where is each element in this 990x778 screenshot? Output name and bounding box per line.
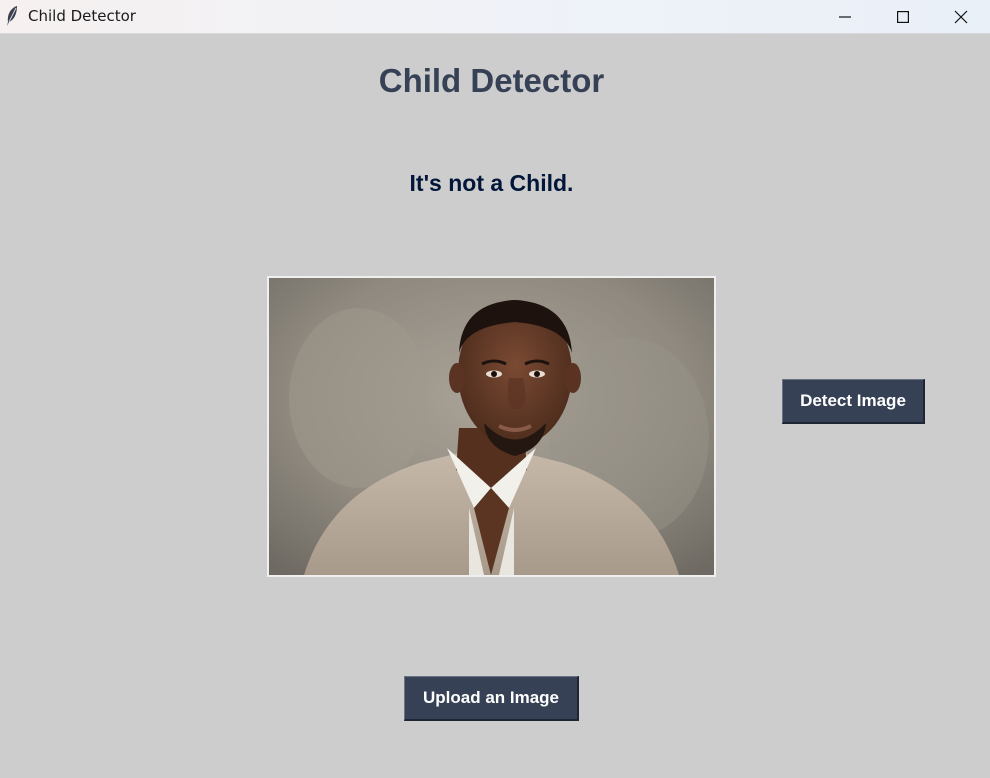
- detection-result-label: It's not a Child.: [409, 170, 574, 196]
- detect-image-button[interactable]: Detect Image: [782, 379, 925, 424]
- minimize-button[interactable]: [816, 0, 874, 33]
- uploaded-image: [267, 276, 716, 577]
- maximize-button[interactable]: [874, 0, 932, 33]
- maximize-icon: [897, 10, 909, 23]
- upload-image-button[interactable]: Upload an Image: [404, 676, 579, 721]
- title-bar[interactable]: Child Detector: [0, 0, 990, 34]
- app-window: Child Detector Child Detector It's not a…: [0, 0, 990, 778]
- portrait-photo: [269, 278, 714, 575]
- minimize-icon: [839, 15, 851, 18]
- close-icon: [954, 10, 968, 23]
- feather-icon: [5, 5, 19, 27]
- page-title: Child Detector: [378, 62, 605, 99]
- window-title: Child Detector: [28, 7, 136, 25]
- close-button[interactable]: [932, 0, 990, 33]
